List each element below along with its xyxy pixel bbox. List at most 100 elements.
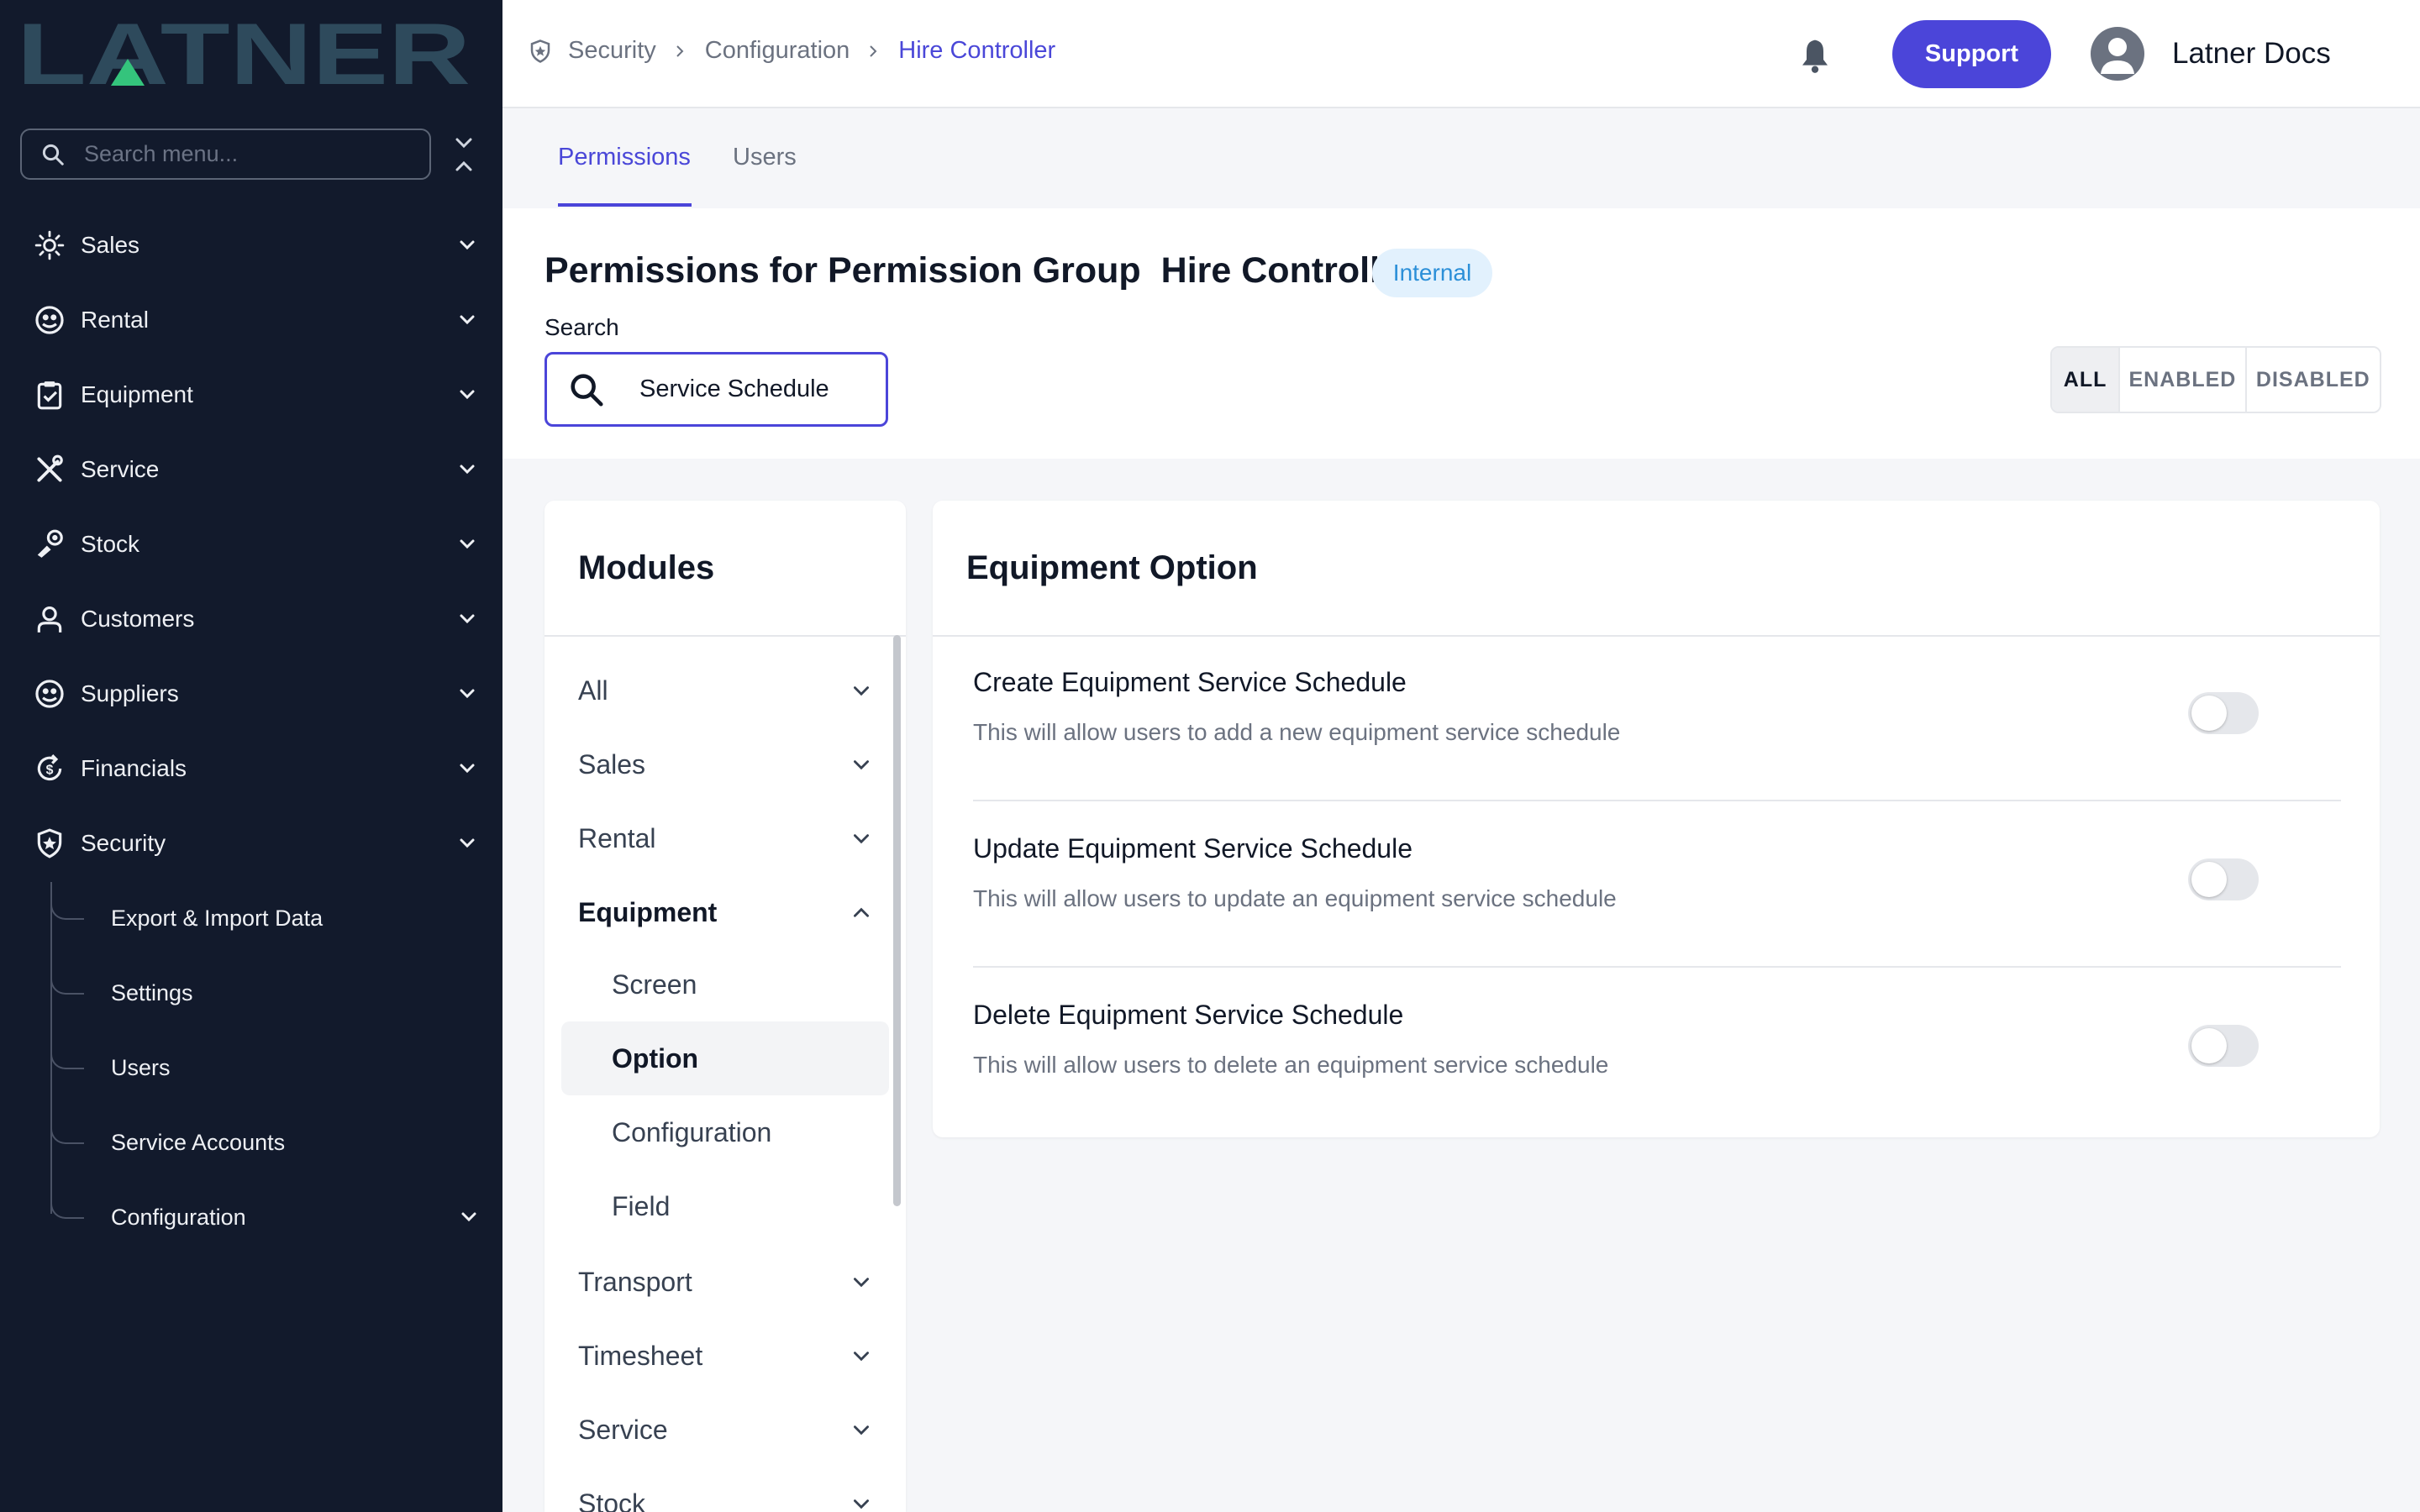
sidebar-item-label: Equipment (81, 381, 193, 407)
module-label: Stock (578, 1488, 646, 1512)
sidebar-subitem-configuration[interactable]: Configuration (50, 1192, 479, 1242)
status-filter: ALL ENABLED DISABLED (2050, 346, 2381, 413)
breadcrumb-configuration[interactable]: Configuration (705, 37, 850, 65)
sidebar-item-customers[interactable]: Customers (32, 594, 477, 644)
suppliers-icon (32, 676, 67, 711)
module-label: Transport (578, 1266, 692, 1297)
chevron-down-icon (460, 390, 475, 400)
tree-branch (50, 1117, 84, 1144)
module-label: Equipment (578, 896, 718, 927)
svg-text:LATNER: LATNER (17, 18, 471, 89)
breadcrumb-hire-controller[interactable]: Hire Controller (898, 37, 1055, 65)
permission-name: Create Equipment Service Schedule (973, 667, 1407, 697)
page-title-prefix: Permissions for Permission Group (544, 250, 1141, 291)
permission-toggle[interactable] (2188, 692, 2259, 734)
sidebar-item-stock[interactable]: Stock (32, 519, 477, 570)
chevron-down-icon (460, 614, 475, 624)
toggle-knob (2191, 862, 2227, 897)
permission-row: Delete Equipment Service Schedule This w… (973, 969, 2341, 1134)
chevron-down-icon (460, 689, 475, 699)
sidebar-item-service[interactable]: Service (32, 444, 477, 495)
chevron-down-icon (460, 764, 475, 774)
chevron-up-icon (455, 160, 472, 171)
chevron-right-icon (676, 45, 684, 57)
stock-icon (32, 527, 67, 562)
module-subitem-field[interactable]: Field (561, 1169, 889, 1243)
permissions-panel: Equipment Option Create Equipment Servic… (933, 501, 2380, 1137)
module-label: Service (578, 1414, 668, 1445)
sidebar-item-financials[interactable]: $ Financials (32, 743, 477, 794)
active-tab-indicator (558, 203, 692, 207)
chevron-down-icon (461, 1212, 476, 1222)
modules-panel: Modules All Sales Rental Equipment Scree… (544, 501, 906, 1512)
module-item-stock[interactable]: Stock (578, 1478, 872, 1512)
divider (544, 635, 906, 637)
chevron-down-icon (460, 465, 475, 475)
permission-search-input[interactable] (639, 375, 883, 403)
module-item-all[interactable]: All (578, 665, 872, 716)
sidebar-item-label: Customers (81, 606, 195, 632)
collapse-all-button[interactable] (450, 137, 477, 172)
chevron-right-icon (870, 45, 877, 57)
permission-toggle[interactable] (2188, 858, 2259, 900)
sidebar-item-rental[interactable]: Rental (32, 295, 477, 345)
support-button[interactable]: Support (1892, 20, 2051, 88)
search-icon (42, 144, 64, 165)
sidebar-item-security[interactable]: Security (32, 818, 477, 869)
module-item-sales[interactable]: Sales (578, 739, 872, 790)
filter-enabled-button[interactable]: ENABLED (2118, 348, 2245, 412)
sidebar-search[interactable] (20, 129, 431, 180)
chevron-down-icon (854, 1499, 869, 1509)
module-subitem-option[interactable]: Option (561, 1021, 889, 1095)
user-icon (2101, 38, 2134, 74)
permission-name: Update Equipment Service Schedule (973, 833, 1413, 864)
sidebar-item-equipment[interactable]: Equipment (32, 370, 477, 420)
module-item-rental[interactable]: Rental (578, 813, 872, 864)
filter-disabled-button[interactable]: DISABLED (2244, 348, 2380, 412)
tab-permissions[interactable]: Permissions (558, 144, 691, 171)
module-item-equipment[interactable]: Equipment (578, 887, 872, 937)
permission-search[interactable] (544, 352, 888, 427)
chevron-down-icon (455, 138, 472, 149)
module-label: All (578, 675, 608, 706)
modules-scrollbar[interactable] (893, 635, 901, 1206)
sidebar-item-label: Rental (81, 307, 149, 333)
sidebar-subitem-settings[interactable]: Settings (50, 968, 479, 1018)
service-icon (32, 452, 67, 487)
breadcrumb-security[interactable]: Security (568, 37, 656, 65)
module-subitem-screen[interactable]: Screen (561, 948, 889, 1021)
module-item-transport[interactable]: Transport (578, 1257, 872, 1307)
user-name[interactable]: Latner Docs (2172, 37, 2331, 71)
chevron-down-icon (854, 760, 869, 770)
permission-toggle[interactable] (2188, 1025, 2259, 1067)
sidebar-item-sales[interactable]: Sales (32, 220, 477, 270)
sidebar-subitem-users[interactable]: Users (50, 1042, 479, 1093)
chevron-down-icon (854, 1425, 869, 1436)
module-item-timesheet[interactable]: Timesheet (578, 1331, 872, 1381)
customers-icon (32, 601, 67, 637)
page-title: Permissions for Permission Group Hire Co… (544, 250, 1414, 291)
permission-row: Update Equipment Service Schedule This w… (973, 803, 2341, 968)
tab-users[interactable]: Users (733, 144, 797, 171)
latner-logo[interactable]: LATNER (17, 18, 471, 89)
module-label: Sales (578, 748, 646, 780)
module-subitem-configuration[interactable]: Configuration (561, 1095, 889, 1169)
module-item-service[interactable]: Service (578, 1404, 872, 1455)
filter-all-button[interactable]: ALL (2052, 348, 2119, 412)
permission-description: This will allow users to update an equip… (973, 885, 1617, 911)
sidebar-subitem-export-import[interactable]: Export & Import Data (50, 893, 479, 943)
sidebar-item-label: Service (81, 456, 160, 482)
chevron-down-icon (460, 315, 475, 325)
bell-icon[interactable] (1798, 37, 1832, 74)
sidebar-search-input[interactable] (84, 141, 403, 167)
sidebar-item-label: Stock (81, 531, 140, 557)
sidebar-subitem-service-accounts[interactable]: Service Accounts (50, 1117, 479, 1168)
sidebar-item-suppliers[interactable]: Suppliers (32, 669, 477, 719)
breadcrumb: Security Configuration Hire Controller (528, 37, 1055, 65)
avatar[interactable] (2091, 27, 2144, 81)
sidebar-item-label: Sales (81, 232, 140, 258)
tree-branch (50, 1192, 84, 1219)
chevron-down-icon (460, 838, 475, 848)
permission-row: Create Equipment Service Schedule This w… (973, 637, 2341, 801)
rental-icon (32, 302, 67, 338)
